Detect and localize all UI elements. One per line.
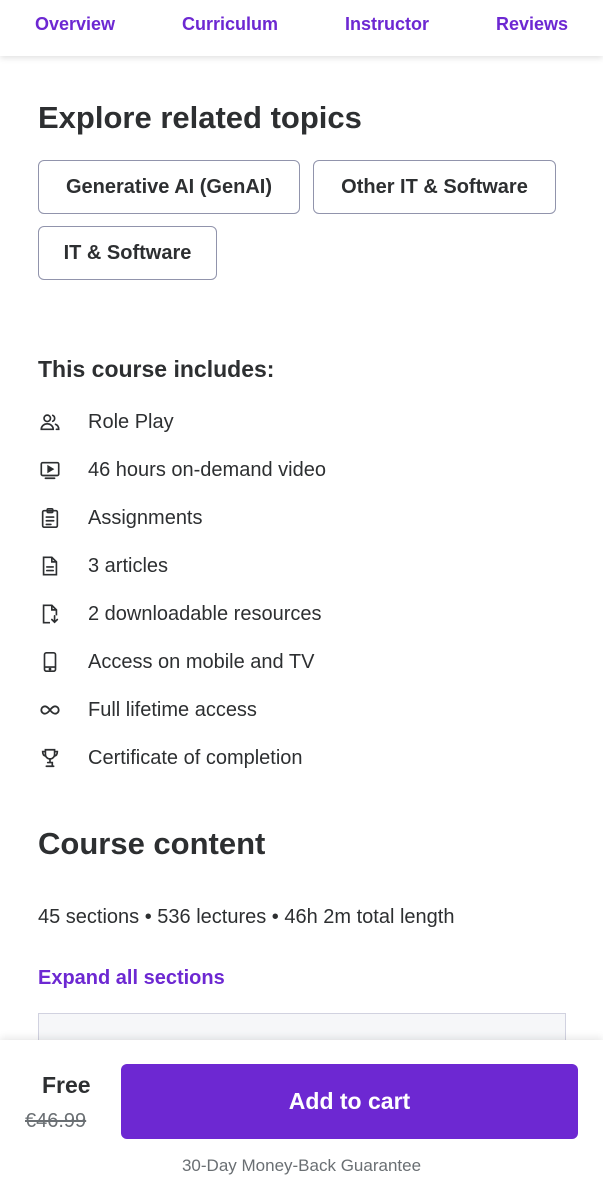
topic-chip-other-it-software[interactable]: Other IT & Software [313,160,556,214]
topic-chip-genai[interactable]: Generative AI (GenAI) [38,160,300,214]
related-topics-heading: Explore related topics [38,100,362,135]
assignment-icon [38,506,62,530]
list-item: Role Play [38,398,174,446]
include-label: 3 articles [88,554,169,577]
topic-chip-it-software[interactable]: IT & Software [38,226,217,280]
tab-overview[interactable]: Overview [35,14,115,35]
include-label: Certificate of completion [88,746,303,769]
money-back-guarantee: 30-Day Money-Back Guarantee [181,1156,422,1175]
download-file-icon [38,602,62,626]
course-content-heading: Course content [38,826,266,861]
course-includes-heading: This course includes: [38,356,275,382]
list-item: Certificate of completion [38,734,303,782]
include-label: 46 hours on-demand video [88,458,326,481]
tab-curriculum[interactable]: Curriculum [182,14,278,35]
purchase-bar: Free €46.99 Add to cart 30-Day Money-Bac… [0,1040,603,1200]
include-label: Role Play [88,410,174,433]
include-label: Access on mobile and TV [88,650,315,673]
article-icon [38,554,62,578]
include-label: Full lifetime access [88,698,257,721]
add-to-cart-button[interactable]: Add to cart [121,1064,578,1139]
original-price: €46.99 [25,1110,87,1132]
tab-reviews[interactable]: Reviews [496,14,568,35]
include-label: Assignments [88,506,203,529]
list-item: Assignments [38,494,203,542]
video-icon [38,458,62,482]
list-item: 46 hours on-demand video [38,446,326,494]
list-item: Access on mobile and TV [38,638,314,686]
current-price: Free [42,1072,91,1098]
include-label: 2 downloadable resources [88,602,322,625]
trophy-icon [38,746,62,770]
infinity-icon [38,698,62,722]
list-item: 2 downloadable resources [38,590,322,638]
list-item: 3 articles [38,542,168,590]
course-content-summary: 45 sections • 536 lectures • 46h 2m tota… [38,906,455,928]
tab-instructor[interactable]: Instructor [345,14,429,35]
role-play-icon [38,410,62,434]
course-tabs-nav: Overview Curriculum Instructor Reviews [0,0,603,56]
mobile-icon [38,650,62,674]
list-item: Full lifetime access [38,686,257,734]
expand-all-sections-link[interactable]: Expand all sections [38,967,225,990]
